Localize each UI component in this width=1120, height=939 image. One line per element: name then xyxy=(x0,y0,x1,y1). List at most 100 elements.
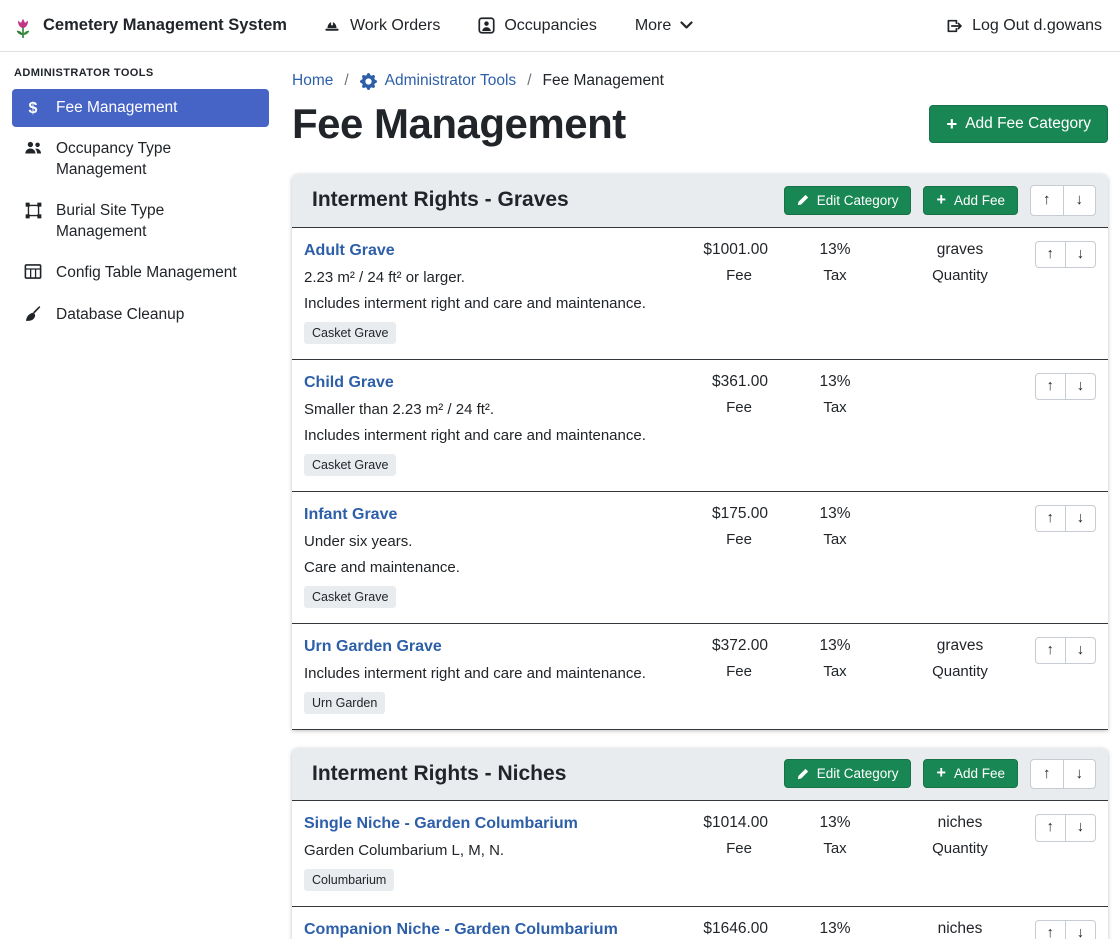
fee-reorder-group: ↑ ↓ xyxy=(1035,920,1097,939)
fee-amount: $1646.00 xyxy=(660,920,770,938)
category-title: Interment Rights - Graves xyxy=(312,188,569,212)
sidebar-item-label: Fee Management xyxy=(56,98,178,118)
hard-hat-icon xyxy=(323,18,341,34)
pencil-icon xyxy=(797,768,809,780)
fee-amount-label: Fee xyxy=(660,531,770,548)
fee-category-card-graves: Interment Rights - Graves Edit Category … xyxy=(292,174,1108,730)
fee-name-link[interactable]: Single Niche - Garden Columbarium xyxy=(304,815,578,833)
logout-label: Log Out d.gowans xyxy=(972,17,1102,35)
category-title: Interment Rights - Niches xyxy=(312,762,566,786)
logout-button[interactable]: Log Out d.gowans xyxy=(945,17,1102,35)
fee-tag-badge: Urn Garden xyxy=(304,692,385,714)
fee-description: Care and maintenance. xyxy=(304,559,460,576)
fee-tax: 13% xyxy=(770,920,900,938)
move-fee-up-button[interactable]: ↑ xyxy=(1035,373,1066,401)
edit-category-button[interactable]: Edit Category xyxy=(784,759,912,788)
sidebar-item-label: Burial Site Type Management xyxy=(56,201,258,242)
add-fee-button[interactable]: + Add Fee xyxy=(923,759,1018,788)
sidebar-item-burial-site-type-management[interactable]: Burial Site Type Management xyxy=(12,192,269,251)
logout-icon xyxy=(945,18,963,34)
fee-amount: $175.00 xyxy=(660,505,770,523)
fee-name-link[interactable]: Infant Grave xyxy=(304,506,397,524)
fee-reorder-group: ↑ ↓ xyxy=(1035,373,1097,401)
fee-reorder-group: ↑ ↓ xyxy=(1035,814,1097,842)
fee-tax-label: Tax xyxy=(770,267,900,284)
fee-name-link[interactable]: Adult Grave xyxy=(304,242,395,260)
nav-work-orders[interactable]: Work Orders xyxy=(323,17,440,35)
fee-amount: $361.00 xyxy=(660,373,770,391)
fee-tag-badge: Casket Grave xyxy=(304,586,396,608)
sidebar-item-config-table-management[interactable]: Config Table Management xyxy=(12,254,269,292)
sidebar-nav: $ Fee Management Occupancy Type Manageme… xyxy=(12,89,269,334)
occupant-frame-icon xyxy=(478,17,495,34)
fee-name-link[interactable]: Companion Niche - Garden Columbarium xyxy=(304,921,618,939)
fee-quantity-label: Quantity xyxy=(900,663,1020,680)
move-fee-up-button[interactable]: ↑ xyxy=(1035,241,1066,269)
move-category-down-button[interactable]: ↓ xyxy=(1063,759,1097,790)
edit-category-label: Edit Category xyxy=(817,193,899,208)
fee-tax: 13% xyxy=(770,373,900,391)
broom-icon xyxy=(23,306,43,323)
nav-occupancies-label: Occupancies xyxy=(504,17,597,35)
fee-description: Includes interment right and care and ma… xyxy=(304,295,646,312)
sidebar-item-occupancy-type-management[interactable]: Occupancy Type Management xyxy=(12,130,269,189)
move-fee-up-button[interactable]: ↑ xyxy=(1035,920,1066,939)
sidebar-item-label: Occupancy Type Management xyxy=(56,139,258,180)
fee-tax-label: Tax xyxy=(770,531,900,548)
move-fee-up-button[interactable]: ↑ xyxy=(1035,637,1066,665)
sidebar-item-database-cleanup[interactable]: Database Cleanup xyxy=(12,296,269,334)
move-fee-down-button[interactable]: ↓ xyxy=(1065,505,1096,533)
edit-category-label: Edit Category xyxy=(817,766,899,781)
chevron-down-icon xyxy=(680,21,693,30)
breadcrumb-admin-tools-link[interactable]: Administrator Tools xyxy=(360,72,517,90)
add-fee-label: Add Fee xyxy=(954,766,1005,781)
fee-amount-label: Fee xyxy=(660,399,770,416)
page-title: Fee Management xyxy=(292,100,626,148)
breadcrumb-home-link[interactable]: Home xyxy=(292,72,333,90)
fee-tax-label: Tax xyxy=(770,840,900,857)
fee-description: Includes interment right and care and ma… xyxy=(304,665,646,682)
category-header: Interment Rights - Niches Edit Category … xyxy=(292,748,1108,802)
move-fee-up-button[interactable]: ↑ xyxy=(1035,505,1066,533)
main-content: Home / Administrator Tools / Fee Managem… xyxy=(280,52,1120,939)
move-category-up-button[interactable]: ↑ xyxy=(1030,185,1064,216)
tulip-logo-icon xyxy=(12,12,34,40)
fee-quantity: graves xyxy=(900,637,1020,655)
plus-icon: + xyxy=(936,766,945,781)
move-fee-down-button[interactable]: ↓ xyxy=(1065,241,1096,269)
fee-tax-label: Tax xyxy=(770,663,900,680)
edit-category-button[interactable]: Edit Category xyxy=(784,186,912,215)
plus-icon: + xyxy=(946,116,957,133)
move-fee-down-button[interactable]: ↓ xyxy=(1065,373,1096,401)
fee-quantity: graves xyxy=(900,241,1020,259)
move-fee-down-button[interactable]: ↓ xyxy=(1065,920,1096,939)
fee-row: Companion Niche - Garden Columbarium Gar… xyxy=(292,907,1108,939)
add-fee-button[interactable]: + Add Fee xyxy=(923,186,1018,215)
fee-reorder-group: ↑ ↓ xyxy=(1035,241,1097,269)
move-category-down-button[interactable]: ↓ xyxy=(1063,185,1097,216)
fee-amount-label: Fee xyxy=(660,663,770,680)
fee-name-link[interactable]: Child Grave xyxy=(304,374,394,392)
breadcrumb: Home / Administrator Tools / Fee Managem… xyxy=(292,72,1108,90)
pencil-icon xyxy=(797,194,809,206)
move-fee-down-button[interactable]: ↓ xyxy=(1065,814,1096,842)
nav-more-dropdown[interactable]: More xyxy=(635,17,693,35)
nav-occupancies[interactable]: Occupancies xyxy=(478,17,597,35)
move-fee-up-button[interactable]: ↑ xyxy=(1035,814,1066,842)
fee-tag-badge: Casket Grave xyxy=(304,322,396,344)
fee-reorder-group: ↑ ↓ xyxy=(1035,505,1097,533)
fee-row: Urn Garden Grave Includes interment righ… xyxy=(292,624,1108,730)
vector-square-icon xyxy=(23,202,43,219)
sidebar-item-fee-management[interactable]: $ Fee Management xyxy=(12,89,269,127)
breadcrumb-separator: / xyxy=(527,72,531,90)
move-fee-down-button[interactable]: ↓ xyxy=(1065,637,1096,665)
move-category-up-button[interactable]: ↑ xyxy=(1030,759,1064,790)
brand-home-link[interactable]: Cemetery Management System xyxy=(12,12,287,40)
fee-tax: 13% xyxy=(770,505,900,523)
fee-name-link[interactable]: Urn Garden Grave xyxy=(304,638,442,656)
add-fee-label: Add Fee xyxy=(954,193,1005,208)
fee-description: Includes interment right and care and ma… xyxy=(304,427,646,444)
fee-tag-badge: Casket Grave xyxy=(304,454,396,476)
add-fee-category-button[interactable]: + Add Fee Category xyxy=(929,105,1108,143)
fee-amount-label: Fee xyxy=(660,840,770,857)
